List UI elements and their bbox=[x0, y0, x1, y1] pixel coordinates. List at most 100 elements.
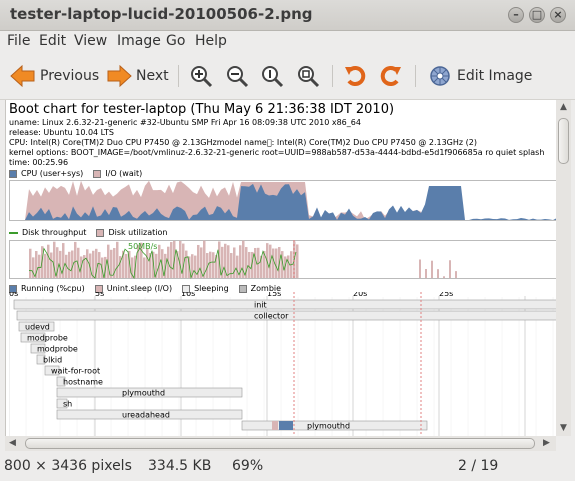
toolbar: Previous Next Edit Image bbox=[0, 53, 575, 100]
io-legend-label: I/O (wait) bbox=[105, 169, 143, 178]
close-button[interactable]: × bbox=[550, 7, 566, 23]
scroll-up-arrow-icon[interactable]: ▲ bbox=[560, 102, 567, 112]
window-title: tester-laptop-lucid-20100506-2.png bbox=[10, 5, 313, 23]
menu-view[interactable]: View bbox=[74, 33, 107, 49]
edit-image-icon bbox=[430, 66, 450, 86]
disk-chart bbox=[9, 240, 556, 280]
disk-util-swatch bbox=[96, 228, 105, 237]
process-label: blkid bbox=[43, 356, 62, 365]
disk-util-bar bbox=[287, 255, 290, 278]
disk-util-bar bbox=[50, 252, 53, 278]
rotate-left-icon bbox=[345, 66, 366, 87]
rotate-left-button[interactable] bbox=[343, 61, 367, 91]
title-bar: tester-laptop-lucid-20100506-2.png – □ × bbox=[0, 0, 575, 31]
process-label: collector bbox=[254, 312, 289, 321]
cpu-legend: CPU (user+sys) I/O (wait) bbox=[9, 169, 142, 178]
disk-util-bar bbox=[248, 251, 251, 278]
toolbar-separator bbox=[332, 65, 333, 87]
edit-image-label: Edit Image bbox=[457, 68, 533, 84]
horizontal-scrollbar[interactable]: ◀ ▶ bbox=[5, 436, 556, 451]
image-viewport[interactable]: Boot chart for tester-laptop (Thu May 6 … bbox=[5, 100, 556, 436]
next-button[interactable]: Next bbox=[106, 61, 169, 91]
scroll-left-arrow-icon[interactable]: ◀ bbox=[9, 438, 16, 448]
menu-bar: File Edit View Image Go Help bbox=[0, 31, 575, 53]
arrow-right-icon bbox=[107, 65, 132, 87]
timeline-tick-label: 15s bbox=[267, 292, 281, 298]
zoom-in-button[interactable] bbox=[189, 61, 213, 91]
throughput-peak-label: 50MB/s bbox=[128, 242, 158, 251]
disk-util-bar bbox=[425, 269, 427, 278]
bootchart-uname: uname: Linux 2.6.32-21-generic #32-Ubunt… bbox=[9, 118, 361, 127]
status-bar: 800 × 3436 pixels 334.5 KB 69% 2 / 19 bbox=[0, 453, 575, 481]
menu-image[interactable]: Image bbox=[117, 33, 161, 49]
timeline-tick-label: 10s bbox=[181, 292, 195, 298]
disk-util-bar bbox=[194, 255, 197, 278]
disk-util-bar bbox=[179, 240, 182, 278]
file-size: 334.5 KB bbox=[148, 458, 212, 474]
zoom-fit-icon bbox=[298, 66, 320, 88]
menu-go[interactable]: Go bbox=[166, 33, 185, 49]
arrow-left-icon bbox=[10, 65, 35, 87]
menu-edit[interactable]: Edit bbox=[39, 33, 66, 49]
cpu-io-chart bbox=[9, 180, 556, 221]
menu-help[interactable]: Help bbox=[195, 33, 227, 49]
timeline-tick-label: 20s bbox=[353, 292, 367, 298]
maximize-button[interactable]: □ bbox=[529, 7, 545, 23]
disk-util-bar bbox=[419, 259, 421, 278]
zoom-normal-icon bbox=[262, 66, 284, 88]
process-label: udevd bbox=[25, 323, 50, 332]
bootchart-release: release: Ubuntu 10.04 LTS bbox=[9, 128, 114, 137]
rotate-right-icon bbox=[380, 66, 401, 87]
image-dimensions: 800 × 3436 pixels bbox=[4, 458, 132, 474]
running-segment bbox=[279, 421, 293, 430]
vertical-scroll-thumb[interactable] bbox=[558, 118, 569, 164]
io-swatch bbox=[93, 169, 102, 178]
disk-util-bar bbox=[146, 248, 149, 278]
bootchart-title: Boot chart for tester-laptop (Thu May 6 … bbox=[9, 102, 395, 117]
process-label: plymouthd bbox=[307, 422, 350, 431]
edit-image-button[interactable]: Edit Image bbox=[428, 61, 532, 91]
process-label: ureadahead bbox=[122, 411, 170, 420]
minimize-button[interactable]: – bbox=[508, 7, 524, 23]
menu-file[interactable]: File bbox=[7, 33, 30, 49]
scroll-right-arrow-icon[interactable]: ▶ bbox=[543, 438, 550, 448]
toolbar-separator bbox=[178, 65, 179, 87]
disk-util-bar bbox=[185, 250, 188, 278]
disk-legend: Disk throughput Disk utilization bbox=[9, 228, 167, 237]
disk-util-bar bbox=[209, 251, 212, 278]
disk-util-bar bbox=[38, 254, 41, 278]
zoom-level: 69% bbox=[232, 458, 264, 474]
disk-util-bar bbox=[29, 248, 32, 278]
vertical-scrollbar[interactable]: ▲ ▼ bbox=[556, 100, 571, 436]
disk-util-bar bbox=[455, 271, 457, 278]
rotate-right-button[interactable] bbox=[379, 61, 403, 91]
bootchart-kernel: kernel options: BOOT_IMAGE=/boot/vmlinuz… bbox=[9, 148, 545, 157]
zoom-in-icon bbox=[191, 66, 213, 88]
process-label: modprobe bbox=[27, 334, 68, 343]
disk-util-bar bbox=[143, 257, 146, 278]
process-chart: 0s 5s 10s 15s 20s 25sinitcollectorudevdmodpro… bbox=[9, 292, 556, 436]
disk-util-bar bbox=[236, 255, 239, 278]
toolbar-separator bbox=[415, 65, 416, 87]
disk-util-bar bbox=[296, 244, 299, 278]
disk-util-bar bbox=[230, 253, 233, 278]
timeline-tick-label: 0s bbox=[9, 292, 18, 298]
disk-throughput-label: Disk throughput bbox=[22, 228, 87, 237]
disk-util-bar bbox=[170, 242, 173, 278]
disk-util-bar bbox=[86, 249, 89, 278]
disk-util-bar bbox=[449, 260, 451, 278]
image-position: 2 / 19 bbox=[458, 458, 499, 474]
process-label: modprobe bbox=[37, 345, 78, 354]
disk-util-bar bbox=[272, 248, 275, 278]
zoom-out-icon bbox=[227, 66, 249, 88]
disk-util-bar bbox=[437, 269, 439, 278]
zoom-out-button[interactable] bbox=[225, 61, 249, 91]
horizontal-scroll-thumb[interactable] bbox=[25, 438, 535, 449]
previous-button[interactable]: Previous bbox=[10, 61, 99, 91]
disk-util-bar bbox=[92, 250, 95, 278]
disk-util-bar bbox=[212, 252, 215, 278]
process-label: plymouthd bbox=[122, 389, 165, 398]
zoom-fit-button[interactable] bbox=[296, 61, 320, 91]
zoom-normal-button[interactable] bbox=[260, 61, 284, 91]
scroll-down-arrow-icon[interactable]: ▼ bbox=[560, 423, 567, 433]
